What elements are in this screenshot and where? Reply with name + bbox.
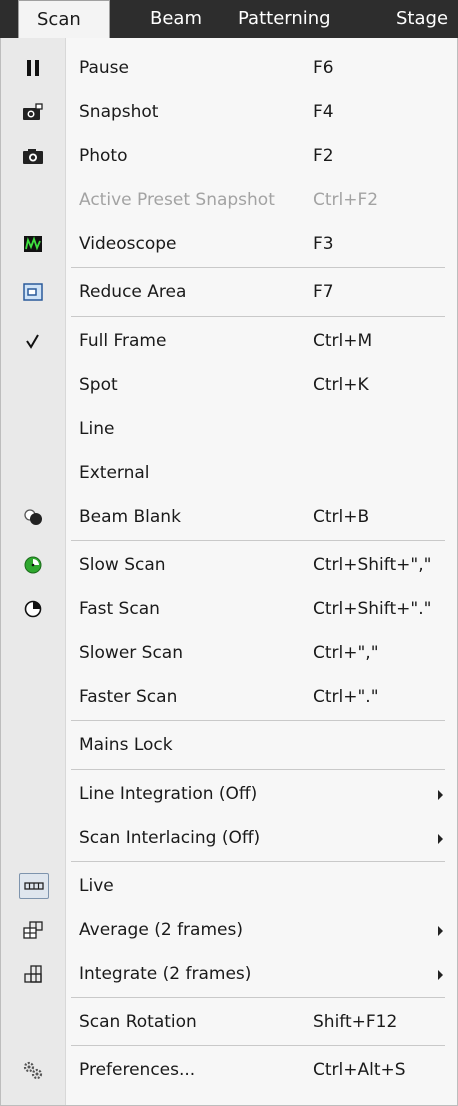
fast-scan-icon	[21, 598, 45, 620]
menu-separator	[71, 861, 445, 862]
menu-item-shortcut: F6	[313, 58, 334, 78]
menu-item-fast-scan[interactable]: Fast Scan Ctrl+Shift+"."	[1, 587, 457, 631]
menu-item-mains-lock[interactable]: Mains Lock	[1, 723, 457, 767]
menu-item-label: External	[79, 463, 150, 483]
menu-item-shortcut: F2	[313, 146, 334, 166]
menu-separator	[71, 720, 445, 721]
menu-item-slower-scan[interactable]: Slower Scan Ctrl+","	[1, 631, 457, 675]
menu-item-shortcut: Ctrl+"."	[313, 687, 379, 707]
menu-item-label: Spot	[79, 375, 118, 395]
menu-item-active-preset-snapshot: Active Preset Snapshot Ctrl+F2	[1, 178, 457, 222]
preferences-gears-icon	[21, 1059, 45, 1081]
menu-item-label: Faster Scan	[79, 687, 178, 707]
menu-separator	[71, 267, 445, 268]
menu-item-label: Active Preset Snapshot	[79, 190, 275, 210]
menu-item-label: Scan Rotation	[79, 1012, 197, 1032]
menu-item-label: Full Frame	[79, 331, 167, 351]
menu-item-label: Photo	[79, 146, 128, 166]
menu-item-label: Live	[79, 876, 114, 896]
menu-item-shortcut: Shift+F12	[313, 1012, 398, 1032]
menu-item-shortcut: Ctrl+M	[313, 331, 373, 351]
menu-item-shortcut: Ctrl+Shift+"."	[313, 599, 432, 619]
menu-item-shortcut: F7	[313, 282, 334, 302]
menu-item-label: Reduce Area	[79, 282, 187, 302]
menu-item-label: Snapshot	[79, 102, 159, 122]
snapshot-camera-icon	[21, 101, 45, 123]
menu-item-label: Scan Interlacing (Off)	[79, 828, 261, 848]
menu-item-faster-scan[interactable]: Faster Scan Ctrl+"."	[1, 675, 457, 719]
menu-item-shortcut: Ctrl+Shift+","	[313, 555, 432, 575]
menu-item-average[interactable]: Average (2 frames)	[1, 908, 457, 952]
average-icon	[21, 919, 45, 941]
menu-item-label: Beam Blank	[79, 507, 181, 527]
menu-item-shortcut: Ctrl+K	[313, 375, 369, 395]
menu-item-integrate[interactable]: Integrate (2 frames)	[1, 952, 457, 996]
menu-item-label: Mains Lock	[79, 735, 173, 755]
menu-item-preferences[interactable]: Preferences... Ctrl+Alt+S	[1, 1048, 457, 1092]
live-icon	[19, 873, 49, 899]
menu-scan[interactable]: Scan	[18, 0, 110, 38]
menu-item-shortcut: F3	[313, 234, 334, 254]
menu-item-label: Slower Scan	[79, 643, 184, 663]
menu-patterning[interactable]: Patterning	[238, 0, 331, 38]
menu-item-label: Pause	[79, 58, 129, 78]
menu-separator	[71, 769, 445, 770]
slow-scan-icon	[21, 554, 45, 576]
menu-separator	[71, 997, 445, 998]
menu-item-scan-interlacing[interactable]: Scan Interlacing (Off)	[1, 816, 457, 860]
submenu-arrow-icon	[438, 970, 443, 980]
menu-item-spot[interactable]: Spot Ctrl+K	[1, 363, 457, 407]
reduce-area-icon	[21, 281, 45, 303]
menu-item-label: Average (2 frames)	[79, 920, 243, 940]
menu-item-videoscope[interactable]: Videoscope F3	[1, 222, 457, 266]
pause-icon	[21, 57, 45, 79]
menu-item-slow-scan[interactable]: Slow Scan Ctrl+Shift+","	[1, 543, 457, 587]
menu-item-full-frame[interactable]: Full Frame Ctrl+M	[1, 319, 457, 363]
menu-item-scan-rotation[interactable]: Scan Rotation Shift+F12	[1, 1000, 457, 1044]
beam-blank-icon	[21, 506, 45, 528]
menu-item-line-integration[interactable]: Line Integration (Off)	[1, 772, 457, 816]
menu-beam[interactable]: Beam	[150, 0, 202, 38]
integrate-icon	[21, 963, 45, 985]
menu-item-shortcut: Ctrl+B	[313, 507, 370, 527]
menu-item-snapshot[interactable]: Snapshot F4	[1, 90, 457, 134]
menu-item-label: Preferences...	[79, 1060, 196, 1080]
menu-item-shortcut: Ctrl+Alt+S	[313, 1060, 406, 1080]
menu-item-beam-blank[interactable]: Beam Blank Ctrl+B	[1, 495, 457, 539]
menu-stage[interactable]: Stage	[396, 0, 448, 38]
photo-camera-icon	[21, 145, 45, 167]
scan-dropdown-menu: Pause F6 Snapshot F4 Photo F2 Active Pre…	[0, 38, 458, 1106]
checkmark-icon	[21, 330, 45, 352]
menu-bar: Scan Beam Patterning Stage	[0, 0, 458, 38]
menu-item-label: Line Integration (Off)	[79, 784, 258, 804]
menu-separator	[71, 540, 445, 541]
videoscope-icon	[21, 233, 45, 255]
menu-item-live[interactable]: Live	[1, 864, 457, 908]
menu-item-pause[interactable]: Pause F6	[1, 46, 457, 90]
menu-item-label: Line	[79, 419, 115, 439]
menu-item-reduce-area[interactable]: Reduce Area F7	[1, 270, 457, 314]
menu-item-line[interactable]: Line	[1, 407, 457, 451]
menu-item-shortcut: F4	[313, 102, 334, 122]
menu-item-label: Slow Scan	[79, 555, 166, 575]
menu-item-label: Videoscope	[79, 234, 177, 254]
menu-item-photo[interactable]: Photo F2	[1, 134, 457, 178]
submenu-arrow-icon	[438, 926, 443, 936]
menu-separator	[71, 316, 445, 317]
menu-item-shortcut: Ctrl+F2	[313, 190, 379, 210]
submenu-arrow-icon	[438, 834, 443, 844]
menu-separator	[71, 1045, 445, 1046]
submenu-arrow-icon	[438, 790, 443, 800]
menu-item-external[interactable]: External	[1, 451, 457, 495]
menu-item-label: Integrate (2 frames)	[79, 964, 252, 984]
menu-item-label: Fast Scan	[79, 599, 160, 619]
menu-item-shortcut: Ctrl+","	[313, 643, 379, 663]
